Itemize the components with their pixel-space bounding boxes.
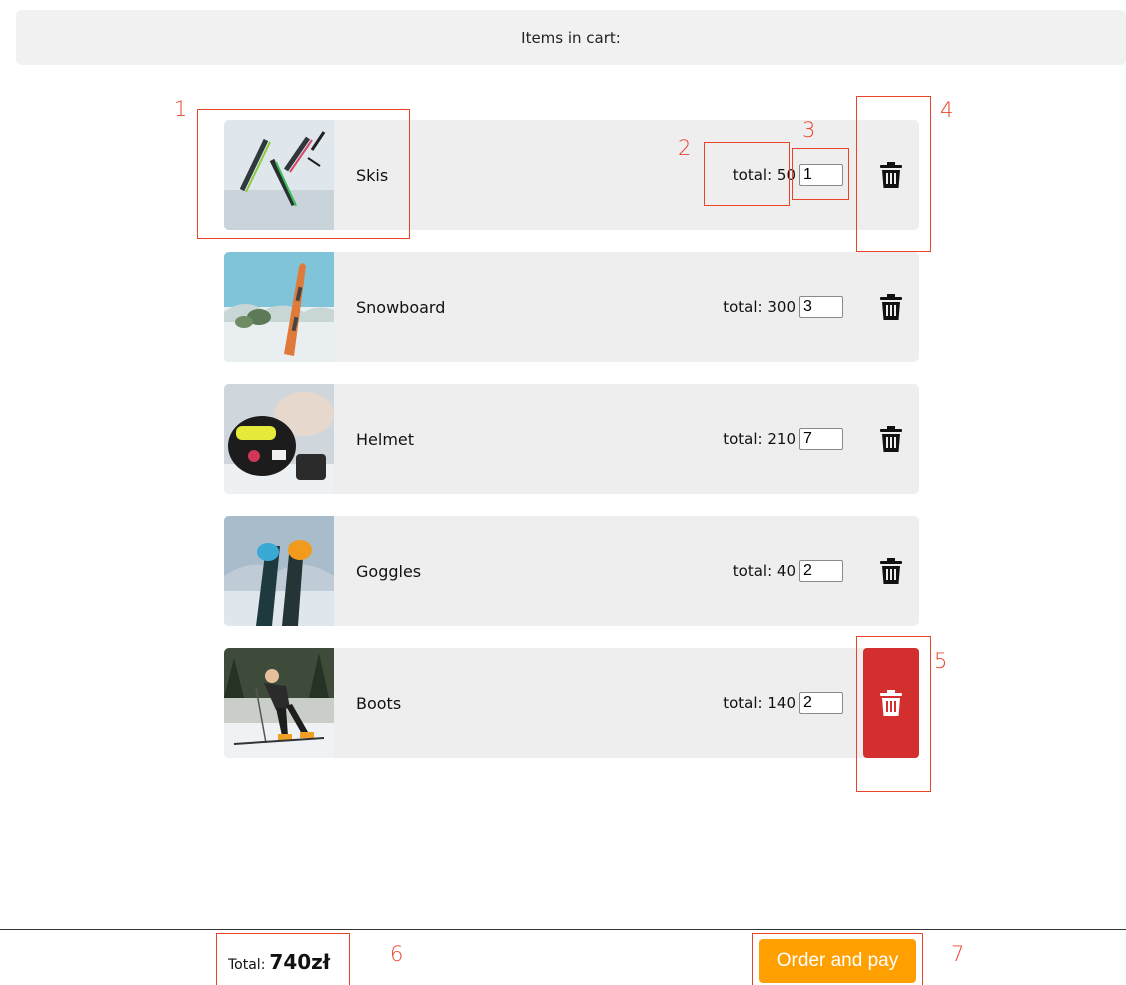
cart-item: Helmet total: 210: [224, 384, 919, 494]
annotation-box-5: [856, 636, 931, 792]
annotation-label-1: 1: [174, 97, 188, 121]
item-total-group: total: 300: [723, 252, 843, 362]
item-name: Helmet: [356, 429, 415, 449]
cart-item: Snowboard total: 300: [224, 252, 919, 362]
annotation-label-7: 7: [951, 942, 965, 966]
quantity-input[interactable]: [799, 560, 843, 582]
cart-total: Total: 740zł: [228, 950, 330, 974]
cart-total-label: Total:: [228, 957, 266, 973]
item-name: Snowboard: [356, 297, 446, 317]
item-total: total: 300: [723, 298, 796, 316]
item-name: Boots: [356, 693, 402, 713]
order-and-pay-button[interactable]: Order and pay: [759, 939, 916, 983]
item-total: total: 140: [723, 694, 796, 712]
annotation-label-2: 2: [678, 136, 692, 160]
annotation-box-1: [197, 109, 410, 239]
cart-total-value: 740zł: [269, 950, 331, 974]
cart-item: Goggles total: 40: [224, 516, 919, 626]
delete-button[interactable]: [863, 384, 919, 494]
quantity-input[interactable]: [799, 428, 843, 450]
cart-title: Items in cart:: [521, 28, 621, 47]
quantity-input[interactable]: [799, 296, 843, 318]
snowboard-photo: [224, 252, 334, 362]
helmet-photo: [224, 384, 334, 494]
annotation-label-5: 5: [934, 649, 948, 673]
item-total-group: total: 140: [723, 648, 843, 758]
item-total-group: total: 210: [723, 384, 843, 494]
annotation-box-3: [792, 148, 849, 200]
trash-icon: [880, 558, 902, 584]
cart-item: Boots total: 140: [224, 648, 919, 758]
trash-icon: [880, 426, 902, 452]
footer-divider: [0, 929, 1126, 930]
delete-button[interactable]: [863, 516, 919, 626]
quantity-input[interactable]: [799, 692, 843, 714]
delete-button[interactable]: [863, 252, 919, 362]
cart-header: Items in cart:: [16, 10, 1126, 65]
item-total: total: 40: [732, 562, 796, 580]
boots-photo: [224, 648, 334, 758]
annotation-label-3: 3: [802, 118, 816, 142]
annotation-box-4: [856, 96, 931, 252]
goggles-photo: [224, 516, 334, 626]
item-name: Goggles: [356, 561, 422, 581]
annotation-label-6: 6: [390, 942, 404, 966]
item-total-group: total: 40: [733, 516, 843, 626]
annotation-label-4: 4: [940, 98, 954, 122]
trash-icon: [880, 294, 902, 320]
item-total: total: 210: [723, 430, 796, 448]
annotation-box-2: [704, 142, 790, 206]
